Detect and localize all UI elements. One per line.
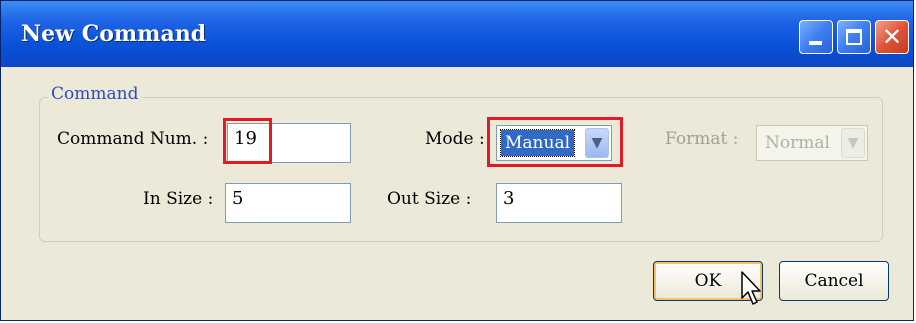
- maximize-button[interactable]: [837, 20, 871, 54]
- title-bar[interactable]: New Command ✕: [1, 1, 913, 67]
- minimize-button[interactable]: [799, 20, 833, 54]
- in-size-label: In Size :: [143, 189, 214, 209]
- format-select-value: Normal: [765, 133, 830, 153]
- minimize-icon: [809, 41, 822, 45]
- close-button[interactable]: ✕: [875, 20, 909, 54]
- in-size-input[interactable]: 5: [225, 183, 351, 223]
- mode-highlight: [487, 117, 623, 167]
- command-num-label: Command Num. :: [57, 129, 209, 149]
- cancel-button[interactable]: Cancel: [779, 261, 889, 301]
- mode-label: Mode :: [425, 129, 485, 149]
- command-group: [39, 97, 883, 242]
- close-icon: ✕: [881, 23, 903, 51]
- command-num-highlight: [223, 118, 272, 164]
- format-label: Format :: [665, 129, 739, 149]
- format-select: Normal ▼: [756, 125, 868, 161]
- chevron-down-icon: ▼: [841, 128, 865, 158]
- window-title: New Command: [21, 21, 207, 47]
- maximize-icon: [846, 29, 862, 45]
- dialog-body: Command Command Num. : 19 Mode : Manual …: [1, 67, 913, 320]
- command-group-legend: Command: [48, 84, 142, 104]
- new-command-dialog: New Command ✕ Command Command Num. : 19 …: [0, 0, 914, 321]
- mouse-pointer-icon: [741, 271, 761, 305]
- out-size-label: Out Size :: [387, 189, 472, 209]
- out-size-input[interactable]: 3: [496, 183, 622, 223]
